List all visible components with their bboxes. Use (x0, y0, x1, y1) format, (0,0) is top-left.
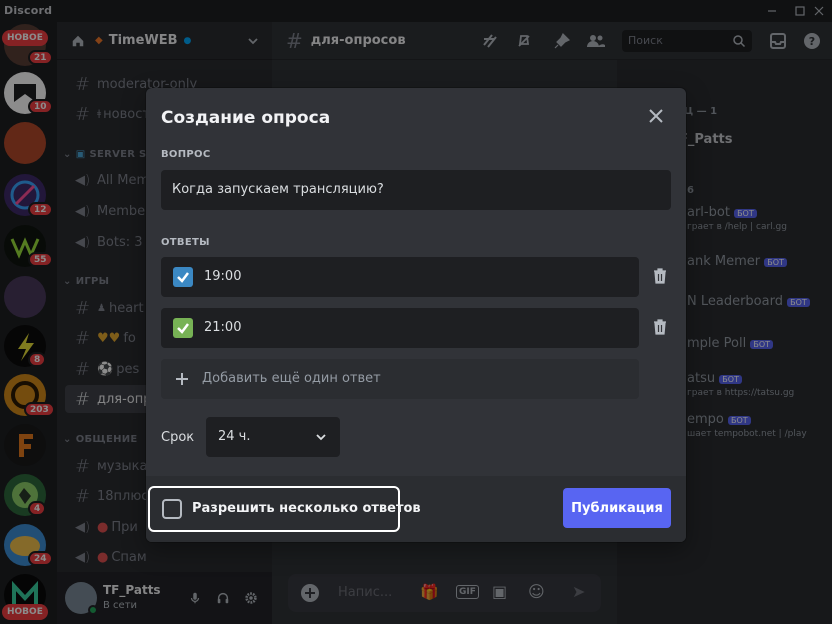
poll-create-modal: Создание опроса ВОПРОС Когда запускаем т… (146, 88, 686, 542)
question-input[interactable]: Когда запускаем трансляцию? (161, 170, 671, 210)
question-label: ВОПРОС (161, 149, 211, 160)
modal-title: Создание опроса (161, 108, 331, 128)
duration-label: Срок (161, 430, 195, 445)
answer-field[interactable]: 21:00 (161, 308, 639, 348)
add-answer-button[interactable]: Добавить ещё один ответ (161, 359, 639, 399)
chevron-down-icon (316, 434, 326, 441)
multiple-answers-label: Разрешить несколько ответов (192, 501, 421, 516)
answer-field[interactable]: 19:00 (161, 257, 639, 297)
publish-button[interactable]: Публикация (563, 488, 671, 528)
modal-footer: Разрешить несколько ответов Публикация (146, 476, 686, 542)
answers-label: ОТВЕТЫ (161, 237, 210, 248)
checkbox-green-icon[interactable] (173, 318, 193, 338)
multiple-answers-checkbox[interactable]: Разрешить несколько ответов (148, 486, 421, 532)
plus-icon (176, 373, 188, 385)
duration-value: 24 ч. (218, 429, 251, 444)
trash-icon[interactable] (650, 317, 670, 337)
answer-text: 21:00 (204, 320, 242, 335)
checkbox-blue-icon[interactable] (173, 267, 193, 287)
trash-icon[interactable] (650, 266, 670, 286)
answer-text: 19:00 (204, 269, 242, 284)
checkbox-icon[interactable] (162, 499, 182, 519)
duration-select[interactable]: 24 ч. (206, 417, 340, 457)
add-answer-label: Добавить ещё один ответ (202, 371, 381, 386)
close-icon[interactable] (646, 106, 666, 126)
question-value: Когда запускаем трансляцию? (172, 182, 384, 197)
